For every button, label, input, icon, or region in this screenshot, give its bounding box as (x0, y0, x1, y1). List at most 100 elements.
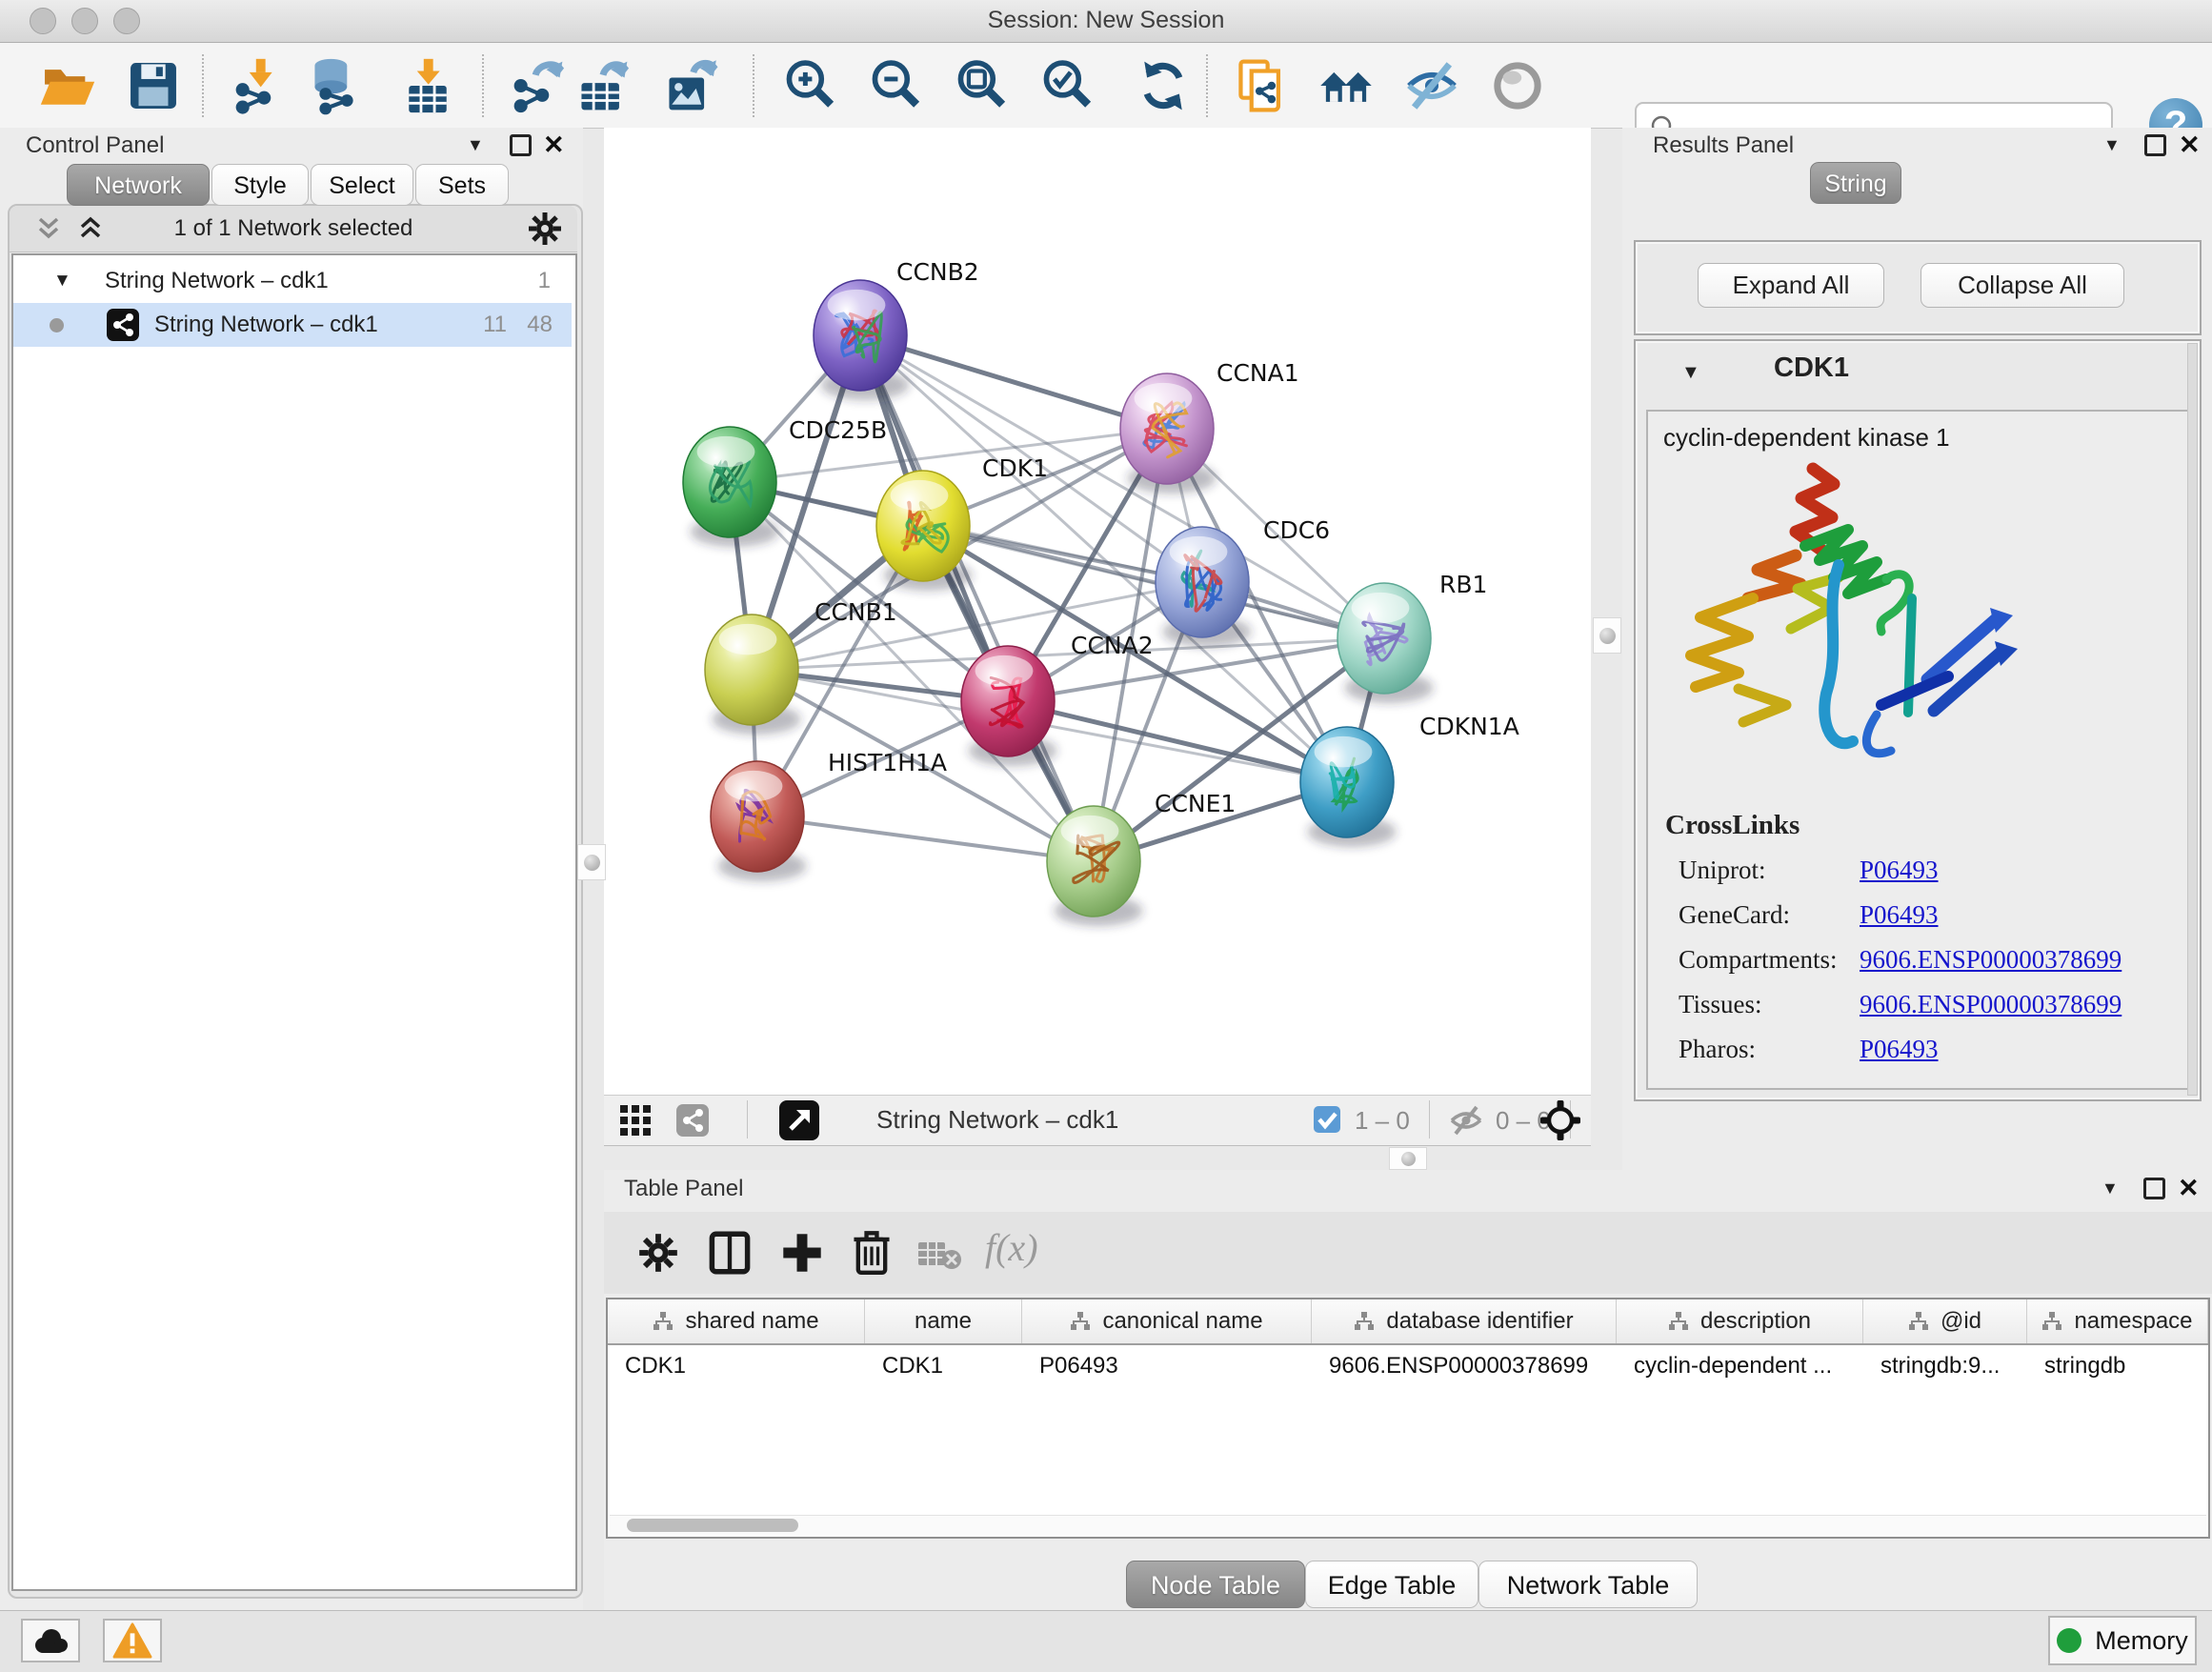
network-node-rb1[interactable] (1337, 583, 1434, 703)
memory-button[interactable]: Memory (2048, 1616, 2197, 1665)
crosslink-label: Tissues: (1679, 990, 1762, 1019)
column-header-database-identifier[interactable]: database identifier (1312, 1299, 1617, 1343)
gear-icon[interactable] (638, 1233, 678, 1273)
hide-graphics-details-icon[interactable] (1402, 56, 1461, 115)
clear-table-icon[interactable] (916, 1239, 962, 1271)
left-splitter-handle[interactable] (577, 844, 606, 880)
results-panel-float-icon[interactable] (2144, 134, 2166, 156)
tab-select[interactable]: Select (311, 164, 413, 206)
table-panel-close-icon[interactable]: ✕ (2178, 1178, 2200, 1198)
results-panel-collapse-icon[interactable]: ▼ (2103, 135, 2121, 155)
control-panel-close-icon[interactable]: ✕ (543, 135, 565, 154)
cloud-button[interactable] (21, 1619, 80, 1662)
column-header-namespace[interactable]: namespace (2027, 1299, 2208, 1343)
tab-edge-table[interactable]: Edge Table (1305, 1561, 1478, 1608)
table-cell[interactable]: P06493 (1022, 1345, 1312, 1387)
column-header-shared-name[interactable]: shared name (608, 1299, 865, 1343)
network-node-ccna2[interactable] (961, 646, 1057, 766)
network-options-gear-icon[interactable] (528, 212, 562, 246)
delete-column-icon[interactable] (852, 1229, 892, 1275)
table-hscrollbar-thumb[interactable] (627, 1519, 798, 1532)
table-cell[interactable]: CDK1 (865, 1345, 1022, 1387)
network-node-ccne1[interactable] (1047, 806, 1143, 926)
control-panel-collapse-icon[interactable]: ▼ (467, 135, 484, 155)
tab-node-table[interactable]: Node Table (1126, 1561, 1305, 1608)
crosslink-link[interactable]: P06493 (1860, 1035, 1939, 1064)
table-row[interactable]: CDK1CDK1P064939606.ENSP00000378699cyclin… (608, 1345, 2208, 1387)
table-cell[interactable]: cyclin-dependent ... (1617, 1345, 1863, 1387)
import-table-file-icon[interactable] (398, 56, 457, 115)
zoom-out-icon[interactable] (867, 56, 926, 115)
collapse-all-button[interactable]: Collapse All (1920, 263, 2124, 308)
crosslink-link[interactable]: 9606.ENSP00000378699 (1860, 945, 2122, 975)
network-row-selected[interactable]: String Network – cdk1 11 48 (13, 303, 572, 347)
table-cell[interactable]: 9606.ENSP00000378699 (1312, 1345, 1617, 1387)
right-splitter-handle[interactable] (1593, 617, 1621, 654)
zoom-in-icon[interactable] (781, 56, 840, 115)
column-header-description[interactable]: description (1617, 1299, 1863, 1343)
function-builder-icon[interactable]: f(x) (985, 1225, 1038, 1270)
string-protein-query-icon[interactable] (1233, 56, 1292, 115)
warnings-button[interactable] (103, 1619, 162, 1662)
show-graphics-details-icon[interactable] (1488, 56, 1547, 115)
network-node-hist1h1a[interactable] (711, 761, 807, 881)
tab-style[interactable]: Style (211, 164, 309, 206)
node-table[interactable]: shared namenamecanonical namedatabase id… (606, 1298, 2210, 1539)
results-scrollbar[interactable] (2187, 343, 2198, 1096)
zoom-fit-icon[interactable] (953, 56, 1012, 115)
import-network-file-icon[interactable] (231, 56, 290, 115)
open-session-icon[interactable] (38, 56, 97, 115)
export-image-icon[interactable] (661, 56, 720, 115)
crosshair-icon[interactable] (1539, 1099, 1581, 1141)
crosslink-link[interactable]: 9606.ENSP00000378699 (1860, 990, 2122, 1019)
table-cell[interactable]: stringdb (2027, 1345, 2208, 1387)
control-panel-float-icon[interactable] (510, 134, 532, 156)
share-icon[interactable] (676, 1104, 709, 1137)
network-node-cdkn1a[interactable] (1300, 727, 1397, 847)
column-header-canonical-name[interactable]: canonical name (1022, 1299, 1312, 1343)
network-node-cdc25b[interactable] (683, 427, 779, 547)
network-node-count: 11 (483, 303, 507, 347)
toolbar-separator (753, 54, 754, 117)
network-edge[interactable] (757, 816, 1094, 861)
network-edge-count: 48 (527, 303, 553, 347)
entry-collapse-icon[interactable]: ▼ (1681, 362, 1700, 384)
houses-icon[interactable] (1317, 56, 1376, 115)
column-header-name[interactable]: name (865, 1299, 1022, 1343)
table-panel-collapse-icon[interactable]: ▼ (2101, 1178, 2119, 1199)
network-node-ccnb2[interactable] (814, 280, 910, 400)
collection-expand-icon[interactable]: ▼ (53, 259, 71, 303)
table-cell[interactable]: CDK1 (608, 1345, 865, 1387)
add-column-icon[interactable] (781, 1231, 823, 1275)
grid-icon[interactable] (619, 1104, 652, 1137)
tab-network-table[interactable]: Network Table (1478, 1561, 1698, 1608)
expand-all-button[interactable]: Expand All (1698, 263, 1884, 308)
table-hscrollbar[interactable] (610, 1515, 2206, 1535)
hidden-eye-icon[interactable] (1448, 1103, 1484, 1138)
selected-checkbox-icon[interactable] (1313, 1105, 1341, 1134)
export-network-icon[interactable] (509, 56, 568, 115)
network-node-cdk1[interactable] (876, 471, 973, 591)
network-node-cdc6[interactable] (1156, 527, 1252, 647)
crosslink-link[interactable]: P06493 (1860, 856, 1939, 885)
birdseye-arrow-icon[interactable] (779, 1100, 819, 1140)
tab-sets[interactable]: Sets (415, 164, 509, 206)
column-header--id[interactable]: @id (1863, 1299, 2027, 1343)
tab-network[interactable]: Network (67, 164, 210, 206)
tab-string[interactable]: String (1810, 162, 1901, 204)
network-node-ccnb1[interactable] (705, 614, 801, 735)
results-panel-close-icon[interactable]: ✕ (2179, 135, 2201, 154)
network-collection-row[interactable]: ▼ String Network – cdk1 1 (13, 259, 572, 303)
table-panel-float-icon[interactable] (2143, 1178, 2165, 1199)
bottom-splitter-handle[interactable] (1389, 1147, 1427, 1170)
save-session-icon[interactable] (124, 56, 183, 115)
network-view-canvas[interactable]: CCNB2CCNA1CDC25BCDK1CDC6RB1CCNB1CCNA2CDK… (604, 128, 1591, 1095)
columns-icon[interactable] (709, 1231, 751, 1275)
network-node-ccna1[interactable] (1120, 373, 1217, 494)
export-table-icon[interactable] (573, 56, 633, 115)
refresh-view-icon[interactable] (1134, 56, 1193, 115)
table-cell[interactable]: stringdb:9... (1863, 1345, 2027, 1387)
crosslink-link[interactable]: P06493 (1860, 900, 1939, 930)
zoom-selected-icon[interactable] (1038, 56, 1097, 115)
import-network-database-icon[interactable] (307, 56, 366, 115)
